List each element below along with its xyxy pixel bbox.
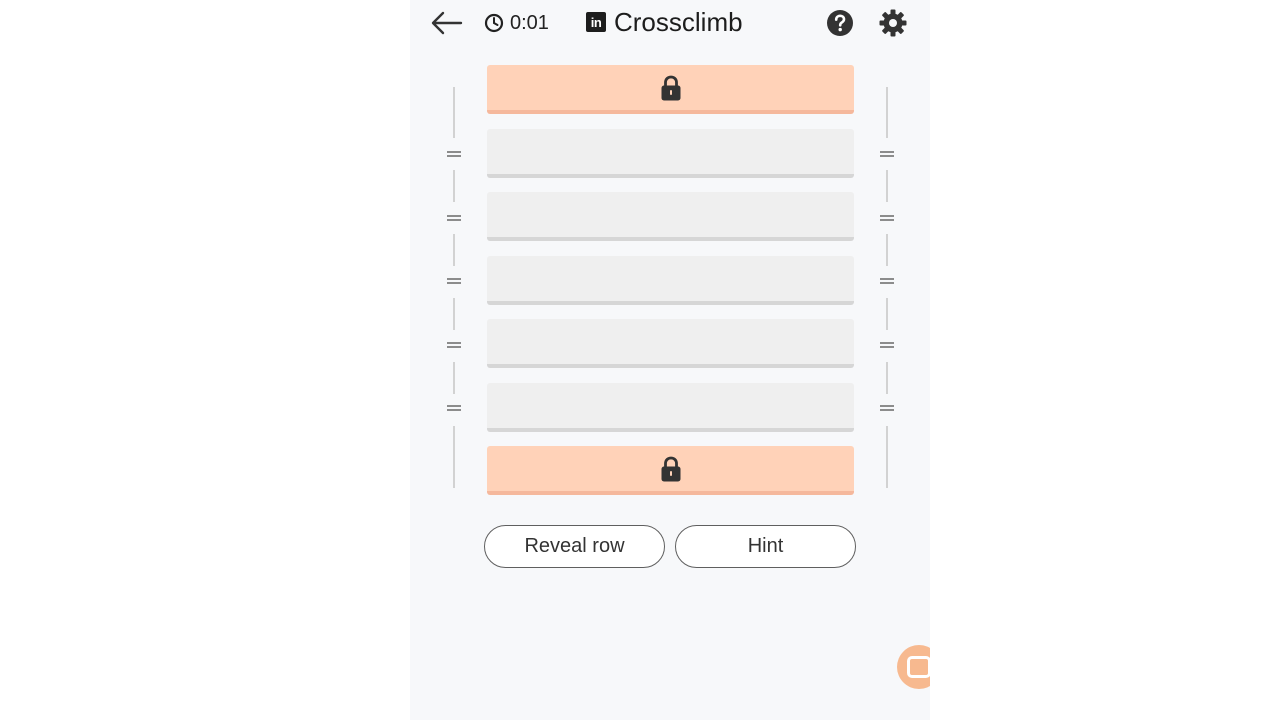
left-guide-line [453,298,455,330]
gear-icon [879,9,907,37]
locked-bottom-row [487,446,854,495]
arrow-left-icon [431,11,463,35]
left-guide-line [453,170,455,202]
reveal-row-button[interactable]: Reveal row [484,525,665,568]
right-guide-line [886,298,888,330]
left-guide-line [453,362,455,394]
word-row-1[interactable] [487,129,854,178]
right-equals-marker [880,405,894,411]
word-row-5[interactable] [487,383,854,432]
linkedin-logo-icon: in [586,12,606,32]
game-title: in Crossclimb [586,6,743,38]
left-equals-marker [447,151,461,157]
left-equals-marker [447,278,461,284]
right-guide-line [886,426,888,488]
timer-value: 0:01 [510,11,549,34]
left-equals-marker [447,342,461,348]
left-equals-marker [447,405,461,411]
right-guide-line [886,170,888,202]
right-equals-marker [880,342,894,348]
word-row-4[interactable] [487,319,854,368]
word-row-2[interactable] [487,192,854,241]
right-equals-marker [880,215,894,221]
game-screen: 0:01 in Crossclimb Reveal row Hint [410,0,930,720]
left-equals-marker [447,215,461,221]
right-equals-marker [880,151,894,157]
question-icon [827,10,853,36]
settings-button[interactable] [878,8,908,38]
back-button[interactable] [428,8,464,38]
left-guide-line [453,426,455,488]
locked-top-row [487,65,854,114]
page-title: Crossclimb [614,6,743,37]
left-guide-line [453,234,455,266]
top-bar: 0:01 in Crossclimb [410,0,930,46]
clock-icon [484,13,504,33]
lock-icon [661,75,680,100]
help-button[interactable] [826,9,854,37]
right-guide-line [886,234,888,266]
word-row-3[interactable] [487,256,854,305]
right-guide-line [886,362,888,394]
chat-icon [907,656,930,678]
right-guide-line [886,87,888,138]
right-equals-marker [880,278,894,284]
hint-button[interactable]: Hint [675,525,856,568]
left-guide-line [453,87,455,138]
timer: 0:01 [484,9,549,37]
lock-icon [661,456,680,481]
chat-fab-button[interactable] [897,645,930,689]
